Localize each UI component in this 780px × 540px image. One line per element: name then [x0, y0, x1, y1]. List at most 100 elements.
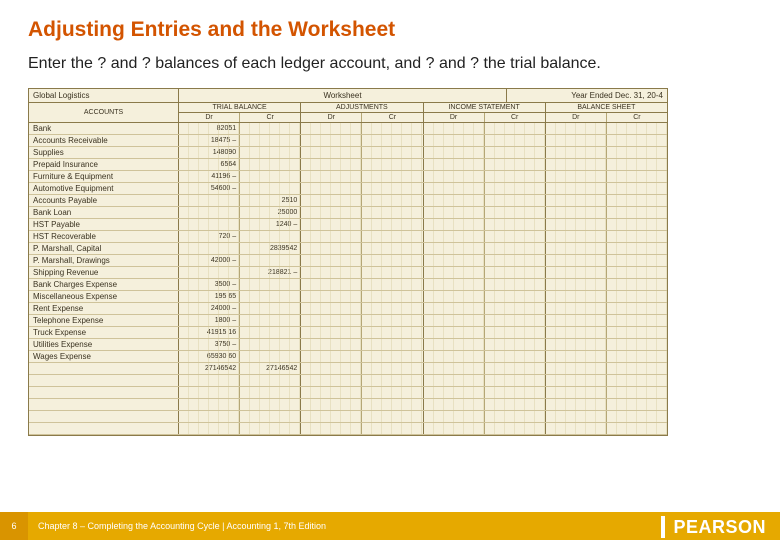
ws-sec-trial-balance: TRIAL BALANCE	[179, 103, 301, 112]
cell	[362, 195, 423, 206]
cell: 41915 16	[179, 327, 240, 338]
ws-sec-income-statement: INCOME STATEMENT	[424, 103, 546, 112]
cell: 218821 –	[240, 267, 301, 278]
account-name: Automotive Equipment	[29, 183, 179, 194]
cell	[607, 147, 667, 158]
account-name: Utilities Expense	[29, 339, 179, 350]
cell: 24000 –	[179, 303, 240, 314]
cell: 2839542	[240, 243, 301, 254]
cell	[240, 231, 301, 242]
cell	[362, 351, 423, 362]
row-columns: 65930 60	[179, 351, 667, 362]
table-row: Miscellaneous Expense195 65	[29, 291, 667, 303]
cell	[301, 195, 362, 206]
cell	[607, 411, 667, 422]
account-name: Bank	[29, 123, 179, 134]
cell	[546, 375, 607, 386]
cell	[362, 123, 423, 134]
cell	[362, 267, 423, 278]
cell	[362, 315, 423, 326]
cell	[301, 411, 362, 422]
cell	[546, 123, 607, 134]
cell: 3500 –	[179, 279, 240, 290]
cell	[485, 327, 546, 338]
cell	[301, 183, 362, 194]
cell	[607, 183, 667, 194]
account-name: Bank Charges Expense	[29, 279, 179, 290]
account-name	[29, 363, 179, 374]
cell	[179, 243, 240, 254]
account-name: Rent Expense	[29, 303, 179, 314]
cell	[485, 159, 546, 170]
cell	[301, 399, 362, 410]
cell	[240, 291, 301, 302]
cell: 2510	[240, 195, 301, 206]
cell	[424, 243, 485, 254]
row-columns	[179, 411, 667, 422]
cell	[301, 351, 362, 362]
cell	[607, 267, 667, 278]
cell	[240, 147, 301, 158]
ws-drcr: Cr	[485, 113, 546, 122]
row-columns: 3500 –	[179, 279, 667, 290]
cell	[362, 243, 423, 254]
cell	[546, 219, 607, 230]
row-columns: 2839542	[179, 243, 667, 254]
cell	[240, 327, 301, 338]
account-name: P. Marshall, Drawings	[29, 255, 179, 266]
row-columns: 1800 –	[179, 315, 667, 326]
cell	[485, 171, 546, 182]
table-row: Supplies148090	[29, 147, 667, 159]
table-row: Utilities Expense3750 –	[29, 339, 667, 351]
cell	[301, 207, 362, 218]
cell	[424, 363, 485, 374]
cell: 6564	[179, 159, 240, 170]
ws-company: Global Logistics	[29, 89, 179, 102]
cell: 41196 –	[179, 171, 240, 182]
cell: 27146542	[179, 363, 240, 374]
cell	[485, 363, 546, 374]
row-columns: 6564	[179, 159, 667, 170]
cell	[240, 423, 301, 434]
account-name: Furniture & Equipment	[29, 171, 179, 182]
row-columns: 41915 16	[179, 327, 667, 338]
cell	[301, 219, 362, 230]
cell	[607, 243, 667, 254]
cell	[546, 327, 607, 338]
cell	[424, 303, 485, 314]
cell	[424, 159, 485, 170]
cell	[301, 135, 362, 146]
cell	[546, 147, 607, 158]
cell	[179, 423, 240, 434]
cell	[485, 339, 546, 350]
row-columns: 42000 –	[179, 255, 667, 266]
cell	[424, 327, 485, 338]
cell	[362, 207, 423, 218]
ws-drcr: Cr	[607, 113, 667, 122]
ws-drcr: Cr	[362, 113, 423, 122]
row-columns: 18475 –	[179, 135, 667, 146]
table-row: Wages Expense65930 60	[29, 351, 667, 363]
cell	[424, 291, 485, 302]
table-row: Shipping Revenue218821 –	[29, 267, 667, 279]
row-columns: 195 65	[179, 291, 667, 302]
cell	[546, 207, 607, 218]
cell	[424, 231, 485, 242]
cell	[607, 231, 667, 242]
table-row: Bank Loan25000	[29, 207, 667, 219]
cell	[607, 399, 667, 410]
cell	[362, 171, 423, 182]
cell	[301, 243, 362, 254]
cell	[301, 171, 362, 182]
cell	[301, 339, 362, 350]
cell	[179, 375, 240, 386]
ws-accounts-head: ACCOUNTS	[29, 103, 179, 122]
account-name	[29, 375, 179, 386]
cell	[362, 219, 423, 230]
cell	[240, 375, 301, 386]
table-row	[29, 387, 667, 399]
row-columns	[179, 375, 667, 386]
ws-drcr: Cr	[240, 113, 301, 122]
cell	[301, 423, 362, 434]
cell	[607, 303, 667, 314]
